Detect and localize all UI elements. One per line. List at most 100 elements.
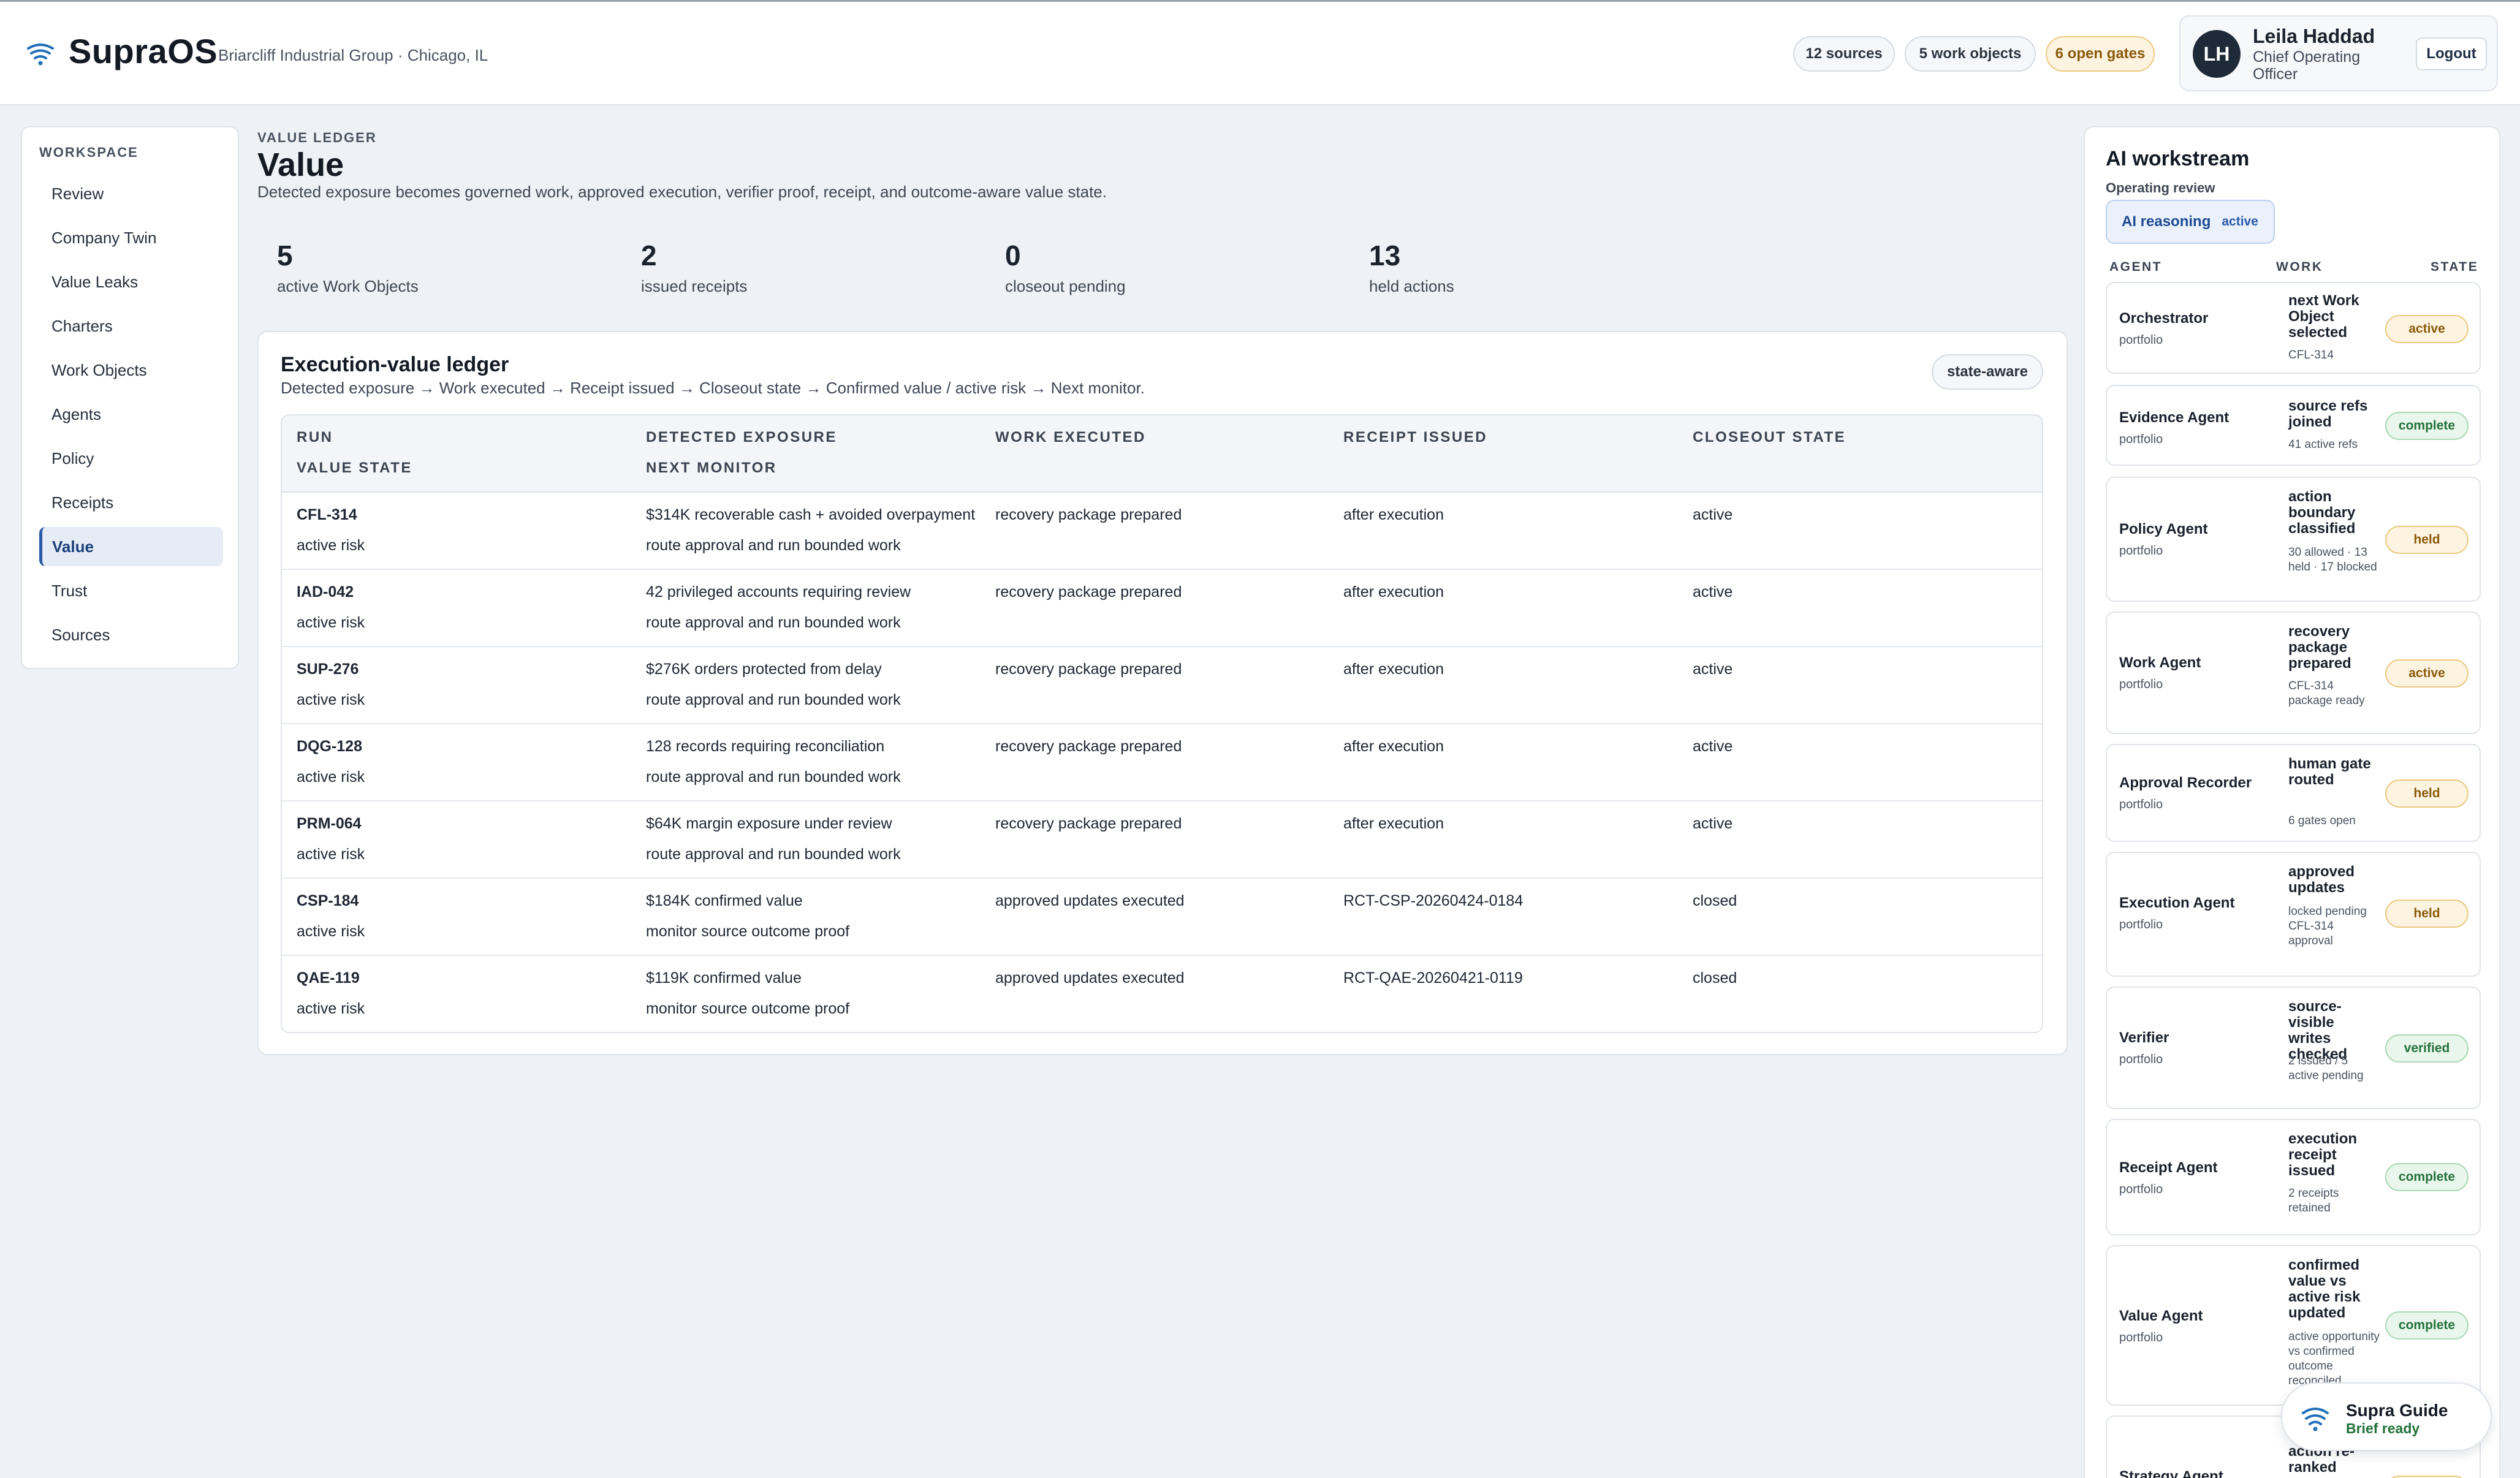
row-exposure: $64K margin exposure under review bbox=[646, 815, 892, 832]
col-receipt-issued[interactable]: RECEIPT ISSUED bbox=[1343, 429, 1487, 446]
row-receipt: after execution bbox=[1343, 506, 1444, 523]
sidebar-item-policy[interactable]: Policy bbox=[39, 439, 223, 478]
table-row[interactable]: DQG-128 active risk 128 records requirin… bbox=[282, 724, 2042, 802]
col-closeout-state[interactable]: CLOSEOUT STATE bbox=[1693, 429, 1846, 446]
open-gates-chip[interactable]: 6 open gates bbox=[2046, 36, 2155, 72]
user-card: LH Leila Haddad Chief Operating Officer … bbox=[2179, 15, 2498, 91]
agent-card-evidence[interactable]: Evidence Agent portfolio source refs joi… bbox=[2106, 385, 2481, 466]
agent-name: Verifier bbox=[2119, 1029, 2169, 1046]
agent-state-badge: held bbox=[2385, 900, 2469, 928]
agent-card-policy[interactable]: Policy Agent portfolio action boundary c… bbox=[2106, 477, 2481, 602]
agent-card-value[interactable]: Value Agent portfolio confirmed value vs… bbox=[2106, 1245, 2481, 1406]
agent-card-receipt[interactable]: Receipt Agent portfolio execution receip… bbox=[2106, 1119, 2481, 1235]
supra-guide-title: Supra Guide bbox=[2346, 1401, 2448, 1420]
agent-work: human gate routed bbox=[2288, 756, 2371, 788]
sidebar-item-work-objects[interactable]: Work Objects bbox=[39, 351, 223, 390]
col-next-monitor[interactable]: NEXT MONITOR bbox=[646, 460, 777, 477]
stat-active-work-objects-value: 5 bbox=[277, 240, 293, 271]
row-run: PRM-064 bbox=[297, 815, 362, 832]
table-row[interactable]: IAD-042 active risk 42 privileged accoun… bbox=[282, 570, 2042, 647]
page-kicker: VALUE LEDGER bbox=[257, 130, 377, 145]
row-value-state: active risk bbox=[297, 846, 365, 863]
table-row[interactable]: PRM-064 active risk $64K margin exposure… bbox=[282, 802, 2042, 879]
sidebar-item-charters[interactable]: Charters bbox=[39, 306, 223, 346]
sidebar-item-company-twin[interactable]: Company Twin bbox=[39, 218, 223, 257]
agent-name: Evidence Agent bbox=[2119, 409, 2230, 426]
row-value-state: active risk bbox=[297, 768, 365, 786]
row-work: recovery package prepared bbox=[995, 661, 1182, 678]
table-header: RUN VALUE STATE DETECTED EXPOSURE NEXT M… bbox=[282, 415, 2042, 493]
work-objects-chip[interactable]: 5 work objects bbox=[1905, 36, 2036, 72]
col-detected-exposure[interactable]: DETECTED EXPOSURE bbox=[646, 429, 837, 446]
table-row[interactable]: CFL-314 active risk $314K recoverable ca… bbox=[282, 493, 2042, 570]
state-aware-badge[interactable]: state-aware bbox=[1932, 354, 2043, 390]
row-next-monitor: monitor source outcome proof bbox=[646, 923, 850, 940]
row-closeout: closed bbox=[1693, 969, 1737, 987]
ai-reasoning-toggle[interactable]: AI reasoning active bbox=[2106, 200, 2275, 244]
table-row[interactable]: CSP-184 active risk $184K confirmed valu… bbox=[282, 879, 2042, 956]
agent-work: confirmed value vs active risk updated bbox=[2288, 1257, 2361, 1321]
row-run: QAE-119 bbox=[297, 969, 360, 987]
agent-card-approval-recorder[interactable]: Approval Recorder portfolio human gate r… bbox=[2106, 744, 2481, 842]
organization-label: Briarcliff Industrial Group · Chicago, I… bbox=[218, 46, 488, 64]
agent-card-verifier[interactable]: Verifier portfolio source-visible writes… bbox=[2106, 987, 2481, 1109]
stat-closeout-pending-value: 0 bbox=[1005, 240, 1021, 271]
sidebar-item-receipts[interactable]: Receipts bbox=[39, 483, 223, 522]
row-work: recovery package prepared bbox=[995, 583, 1182, 601]
agent-work: source-visible writes checked bbox=[2288, 998, 2348, 1063]
agent-scope: portfolio bbox=[2119, 333, 2163, 347]
agent-work: next Work Object selected bbox=[2288, 292, 2359, 341]
row-closeout: active bbox=[1693, 738, 1733, 755]
row-run: CSP-184 bbox=[297, 892, 359, 909]
stat-held-actions-value: 13 bbox=[1369, 240, 1401, 271]
sidebar-item-review[interactable]: Review bbox=[39, 174, 223, 213]
col-value-state[interactable]: VALUE STATE bbox=[297, 460, 412, 477]
row-exposure: $276K orders protected from delay bbox=[646, 661, 882, 678]
col-work-executed[interactable]: WORK EXECUTED bbox=[995, 429, 1146, 446]
sidebar-item-trust[interactable]: Trust bbox=[39, 571, 223, 610]
brand-name[interactable]: SupraOS bbox=[69, 31, 218, 71]
agent-scope: portfolio bbox=[2119, 433, 2163, 446]
sources-chip[interactable]: 12 sources bbox=[1793, 36, 1895, 72]
agent-scope: portfolio bbox=[2119, 1053, 2163, 1066]
ledger-flow: Detected exposure → Work executed → Rece… bbox=[281, 379, 1145, 397]
table-row[interactable]: SUP-276 active risk $276K orders protect… bbox=[282, 647, 2042, 724]
row-next-monitor: route approval and run bounded work bbox=[646, 537, 901, 554]
ai-workstream-panel: AI workstream Operating review AI reason… bbox=[2084, 126, 2500, 1478]
agent-work: action boundary classified bbox=[2288, 488, 2356, 537]
stat-issued-receipts-value: 2 bbox=[641, 240, 657, 271]
logout-button[interactable]: Logout bbox=[2416, 37, 2487, 70]
table-row[interactable]: QAE-119 active risk $119K confirmed valu… bbox=[282, 956, 2042, 1032]
agent-scope: portfolio bbox=[2119, 1183, 2163, 1196]
sidebar-item-value[interactable]: Value bbox=[39, 527, 223, 566]
row-work: approved updates executed bbox=[995, 969, 1185, 987]
supra-guide-button[interactable]: Supra Guide Brief ready bbox=[2281, 1382, 2492, 1451]
sidebar-item-sources[interactable]: Sources bbox=[39, 615, 223, 654]
row-next-monitor: route approval and run bounded work bbox=[646, 691, 901, 708]
agent-state-badge: complete bbox=[2385, 1163, 2469, 1191]
row-receipt: after execution bbox=[1343, 738, 1444, 755]
row-exposure: 42 privileged accounts requiring review bbox=[646, 583, 911, 601]
row-run: CFL-314 bbox=[297, 506, 357, 523]
ai-workstream-subtitle: Operating review bbox=[2106, 180, 2215, 195]
row-receipt: RCT-CSP-20260424-0184 bbox=[1343, 892, 1524, 909]
agent-scope: portfolio bbox=[2119, 544, 2163, 558]
row-closeout: active bbox=[1693, 815, 1733, 832]
sidebar-item-agents[interactable]: Agents bbox=[39, 395, 223, 434]
agent-card-execution[interactable]: Execution Agent portfolio approved updat… bbox=[2106, 852, 2481, 977]
agent-state-badge: held bbox=[2385, 779, 2469, 808]
agent-detail: 41 active refs bbox=[2288, 438, 2358, 451]
agent-name: Work Agent bbox=[2119, 654, 2201, 671]
row-run: IAD-042 bbox=[297, 583, 354, 601]
agent-detail: locked pending CFL-314 approval bbox=[2288, 905, 2367, 947]
sidebar-item-value-leaks[interactable]: Value Leaks bbox=[39, 262, 223, 301]
row-work: approved updates executed bbox=[995, 892, 1185, 909]
supra-guide-status: Brief ready bbox=[2346, 1420, 2420, 1436]
row-work: recovery package prepared bbox=[995, 815, 1182, 832]
ai-col-work: WORK bbox=[2276, 260, 2323, 274]
col-run[interactable]: RUN bbox=[297, 429, 333, 446]
row-run: DQG-128 bbox=[297, 738, 362, 755]
agent-card-orchestrator[interactable]: Orchestrator portfolio next Work Object … bbox=[2106, 282, 2481, 374]
agent-card-work[interactable]: Work Agent portfolio recovery package pr… bbox=[2106, 612, 2481, 734]
row-exposure: $314K recoverable cash + avoided overpay… bbox=[646, 506, 976, 523]
